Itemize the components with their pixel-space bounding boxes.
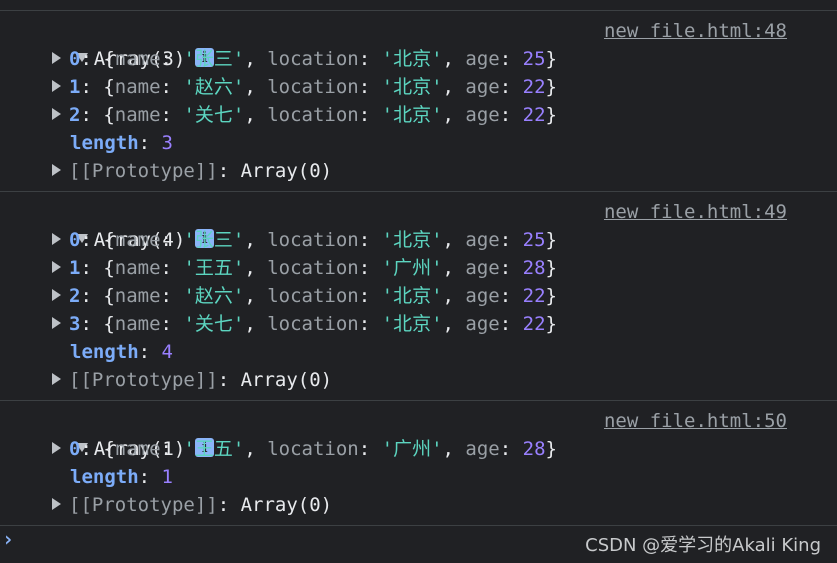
array-header-row[interactable]: Array(1) i new file.html:50 — [0, 407, 837, 460]
length-row: length: 3 — [70, 132, 173, 154]
prototype-row[interactable]: [[Prototype]]: Array(0) — [0, 491, 837, 519]
array-item-row[interactable]: 1: {name: '王五', location: '广州', age: 28} — [0, 254, 837, 282]
collapsed-triangle-icon[interactable] — [52, 288, 61, 301]
console-message-2: Array(1) i new file.html:50 0: {name: '王五… — [0, 401, 837, 526]
console-prompt-area[interactable]: › CSDN @爱学习的Akali King — [0, 519, 837, 563]
collapsed-triangle-icon[interactable] — [52, 316, 61, 329]
collapsed-triangle-icon[interactable] — [52, 260, 61, 273]
prototype-row[interactable]: [[Prototype]]: Array(0) — [0, 366, 837, 394]
collapsed-triangle-icon[interactable] — [52, 441, 61, 454]
length-row: length: 4 — [70, 341, 173, 363]
collapsed-triangle-icon[interactable] — [52, 372, 61, 385]
array-item-row[interactable]: 3: {name: '关七', location: '北京', age: 22} — [0, 310, 837, 338]
collapsed-triangle-icon[interactable] — [52, 232, 61, 245]
array-item-row[interactable]: 0: {name: '张三', location: '北京', age: 25} — [0, 226, 837, 254]
collapsed-triangle-icon[interactable] — [52, 51, 61, 64]
array-header-row[interactable]: Array(4) i new file.html:49 — [0, 198, 837, 251]
collapsed-triangle-icon[interactable] — [52, 497, 61, 510]
array-item-row[interactable]: 0: {name: '王五', location: '广州', age: 28} — [0, 435, 837, 463]
console-message-1: Array(4) i new file.html:49 0: {name: '张三… — [0, 192, 837, 401]
source-link[interactable]: new file.html:49 — [604, 198, 787, 226]
collapsed-triangle-icon[interactable] — [52, 163, 61, 176]
prompt-chevron-icon: › — [2, 527, 15, 551]
array-item-row[interactable]: 1: {name: '赵六', location: '北京', age: 22} — [0, 73, 837, 101]
length-row: length: 1 — [70, 466, 173, 488]
source-link[interactable]: new file.html:48 — [604, 17, 787, 45]
collapsed-triangle-icon[interactable] — [52, 107, 61, 120]
source-link[interactable]: new file.html:50 — [604, 407, 787, 435]
prototype-row[interactable]: [[Prototype]]: Array(0) — [0, 157, 837, 185]
array-item-row[interactable]: 0: {name: '张三', location: '北京', age: 25} — [0, 45, 837, 73]
console-message-0: Array(3) i new file.html:48 0: {name: '张三… — [0, 11, 837, 192]
array-header-row[interactable]: Array(3) i new file.html:48 — [0, 17, 837, 70]
watermark: CSDN @爱学习的Akali King — [585, 535, 821, 556]
collapsed-triangle-icon[interactable] — [52, 79, 61, 92]
array-item-row[interactable]: 2: {name: '关七', location: '北京', age: 22} — [0, 101, 837, 129]
console-top-divider — [0, 0, 837, 11]
array-item-row[interactable]: 2: {name: '赵六', location: '北京', age: 22} — [0, 282, 837, 310]
